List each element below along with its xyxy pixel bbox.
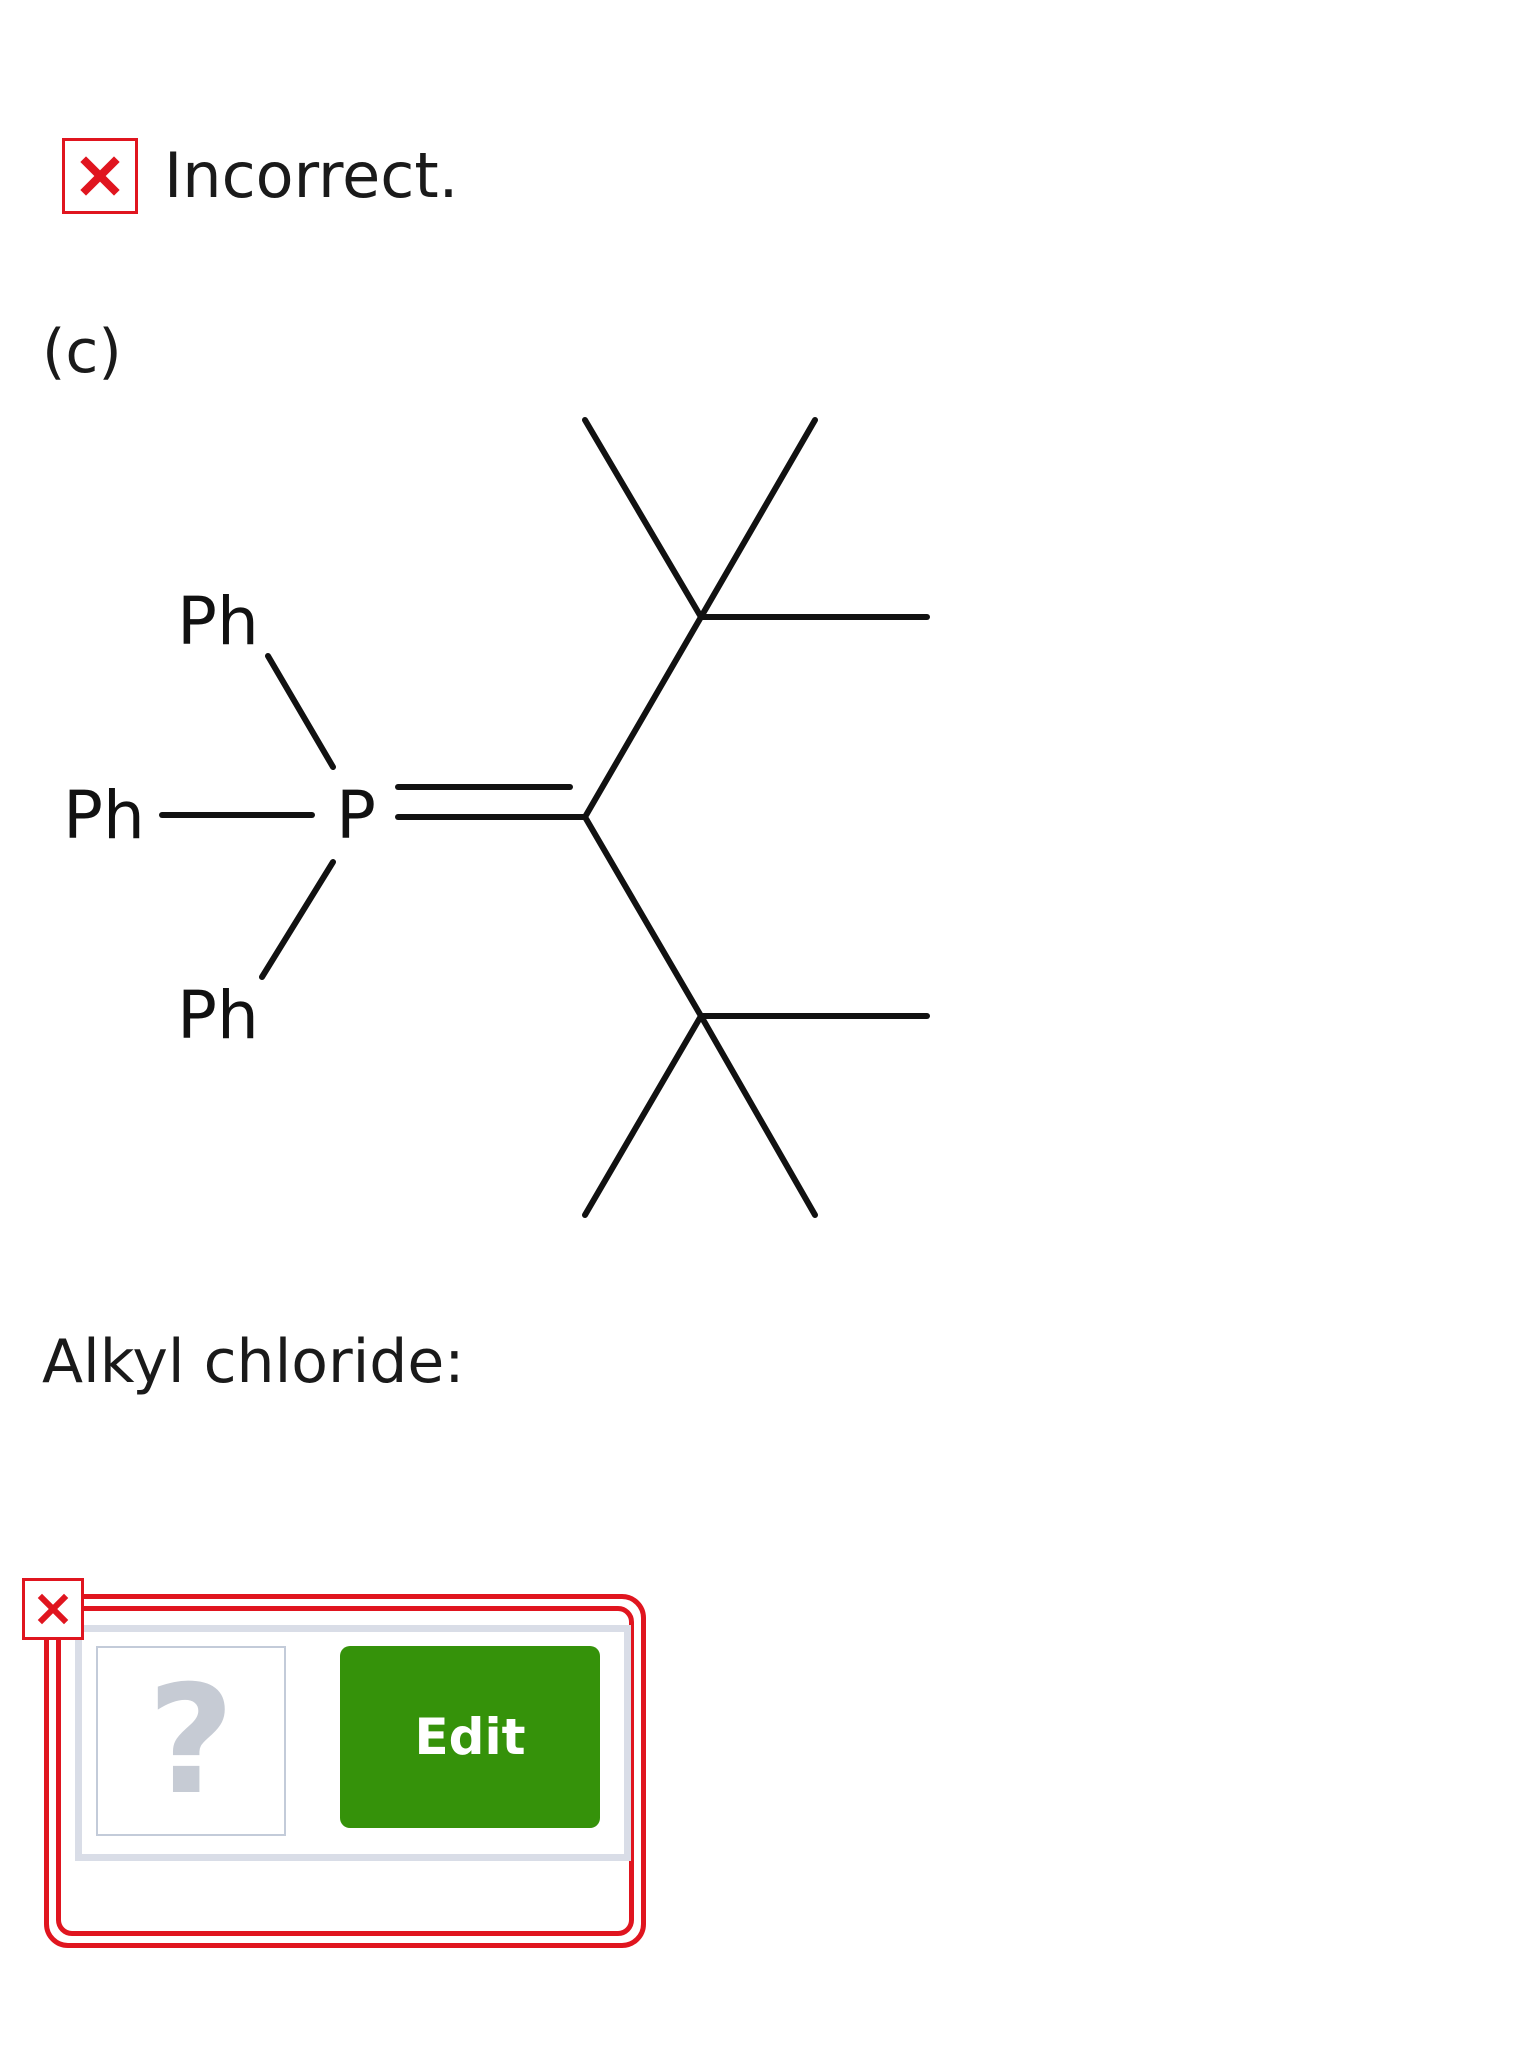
feedback-text: Incorrect. xyxy=(164,139,459,212)
bond-upper-methyl-2 xyxy=(698,417,818,620)
atom-label-ph-bottom: Ph xyxy=(177,977,259,1054)
answer-widget: ? Edit xyxy=(44,1594,646,1948)
bond-lower-methyl-2 xyxy=(582,1013,704,1218)
bond-p-ph-top xyxy=(265,653,336,770)
answer-prompt-label: Alkyl chloride: xyxy=(42,1327,465,1397)
part-label: (c) xyxy=(42,317,122,387)
edit-button[interactable]: Edit xyxy=(340,1646,600,1828)
atom-label-p: P xyxy=(336,777,376,854)
answer-widget-inner: ? Edit xyxy=(56,1606,634,1936)
incorrect-x-icon xyxy=(62,138,138,214)
atom-label-ph-top: Ph xyxy=(177,583,259,660)
molecule-structure: P Ph Ph Ph xyxy=(63,417,930,1218)
atom-label-ph-left: Ph xyxy=(63,777,145,854)
bond-c-upper-quaternary xyxy=(582,614,704,820)
answer-error-x-icon xyxy=(22,1578,84,1640)
answer-panel: ? Edit xyxy=(75,1625,631,1861)
bond-lower-methyl-3 xyxy=(698,1013,818,1218)
answer-placeholder[interactable]: ? xyxy=(96,1646,286,1836)
bond-c-lower-quaternary xyxy=(582,814,704,1019)
bond-p-ph-bottom xyxy=(259,859,336,980)
bond-upper-methyl-1 xyxy=(582,417,704,620)
feedback-row: Incorrect. xyxy=(62,138,458,214)
answer-panel-body: ? Edit xyxy=(82,1632,624,1854)
